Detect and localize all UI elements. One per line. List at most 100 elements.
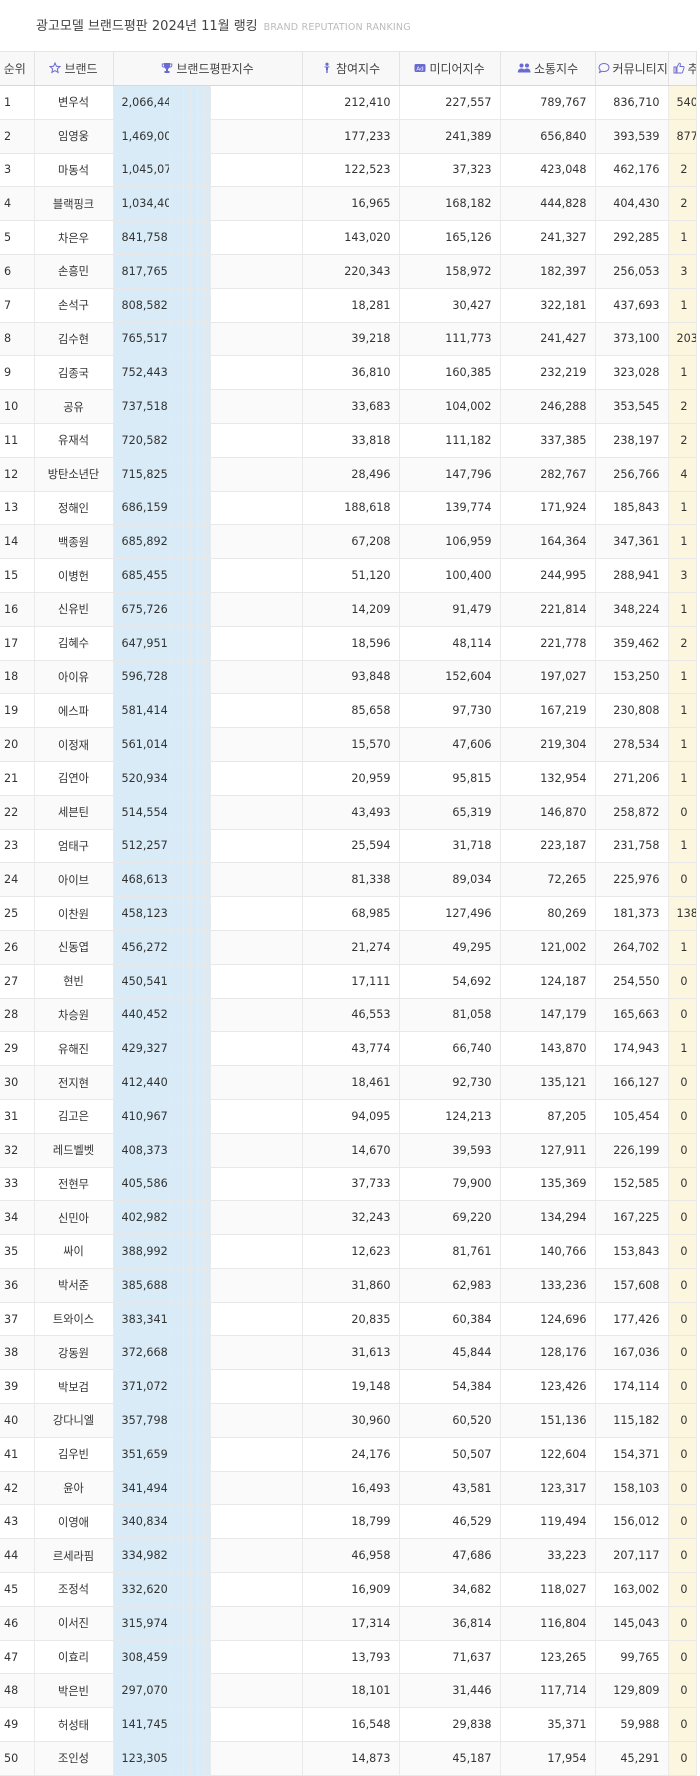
table-row[interactable]: 47 이효리 308,459 13,793 71,637 123,265 99,765 0 xyxy=(0,1640,697,1675)
table-row[interactable]: 12 방탄소년단 715,825 28,496 147,796 282,767 256,76… xyxy=(0,457,697,492)
table-row[interactable]: 42 윤아 341,494 16,493 43,581 123,317 158,103 0 xyxy=(0,1471,697,1506)
communication-index-cell: 140,766 xyxy=(500,1234,596,1269)
table-row[interactable]: 10 공유 737,518 33,683 104,002 246,288 353,545 2 xyxy=(0,389,697,424)
communication-index-cell: 135,121 xyxy=(500,1065,596,1100)
brand-cell: 신민아 xyxy=(34,1200,114,1236)
total-bar-stripe xyxy=(169,896,184,931)
table-row[interactable]: 30 전지현 412,440 18,461 92,730 135,121 166,127 0 xyxy=(0,1065,697,1100)
recommendation-index-cell: 0 xyxy=(668,1302,697,1337)
total-bar-stripe xyxy=(197,1437,205,1472)
column-header-community[interactable]: 커뮤니티지수 xyxy=(595,51,669,86)
table-row[interactable]: 39 박보검 371,072 19,148 54,384 123,426 174,114 0 xyxy=(0,1369,697,1405)
table-row[interactable]: 34 신민아 402,982 32,243 69,220 134,294 167,225 0 xyxy=(0,1200,697,1236)
table-row[interactable]: 4블랙핑크1,034,404 16,965168,182444,828404,43… xyxy=(0,186,697,222)
table-row[interactable]: 36 박서준 385,688 31,860 62,983 133,236 157,608 0 xyxy=(0,1268,697,1303)
community-index-cell: 153,250 xyxy=(595,660,669,695)
table-row[interactable]: 40 강다니엘 357,798 30,960 60,520 151,136 115,182 0 xyxy=(0,1403,697,1438)
column-header-participation[interactable]: 참여지수 xyxy=(302,51,400,86)
total-bar-stripe xyxy=(183,626,191,661)
participation-index-cell: 143,020 xyxy=(302,220,400,255)
media-index-cell: 45,187 xyxy=(399,1741,501,1776)
total-bar-stripe xyxy=(169,1538,184,1574)
table-row[interactable]: 18 아이유 596,728 93,848 152,604 197,027 153,250 1 xyxy=(0,660,697,695)
table-row[interactable]: 19 에스파 581,414 85,658 97,730 167,219 230,808 1 xyxy=(0,693,697,729)
community-index-cell: 158,103 xyxy=(595,1471,669,1506)
table-row[interactable]: 17 김혜수 647,951 18,596 48,114 221,778 359,462 2 xyxy=(0,626,697,661)
table-row[interactable]: 28 차승원 440,452 46,553 81,058 147,179 165,663 0 xyxy=(0,998,697,1033)
total-bar-stripe xyxy=(197,322,205,357)
total-bar-stripe xyxy=(169,930,184,965)
communication-index-cell: 122,604 xyxy=(500,1437,596,1472)
table-row[interactable]: 15 이병헌 685,455 51,120 100,400 244,995 288,941 3 xyxy=(0,558,697,593)
table-row[interactable]: 21 김연아 520,934 20,959 95,815 132,954 271,206 1 xyxy=(0,761,697,796)
table-row[interactable]: 26 신동엽 456,272 21,274 49,295 121,002 264,702 1 xyxy=(0,930,697,965)
table-row[interactable]: 35 싸이 388,992 12,623 81,761 140,766 153,843 0 xyxy=(0,1234,697,1269)
recommendation-index-cell: 0 xyxy=(668,1268,697,1303)
media-index-cell: 100,400 xyxy=(399,558,501,593)
total-bar-stripe xyxy=(190,1335,198,1371)
table-row[interactable]: 41 김우빈 351,659 24,176 50,507 122,604 154,371 0 xyxy=(0,1437,697,1472)
communication-index-cell: 134,294 xyxy=(500,1200,596,1236)
table-row[interactable]: 6 손흥민 817,765 220,343 158,972 182,397 256,053 3 xyxy=(0,254,697,289)
table-row[interactable]: 2임영웅1,469,001 177,233241,389656,840393,53… xyxy=(0,119,697,154)
table-row[interactable]: 25 이찬원 458,123 68,985 127,496 80,269 181,373 13… xyxy=(0,896,697,931)
total-bar-stripe xyxy=(190,626,198,661)
communication-index-cell: 132,954 xyxy=(500,761,596,796)
column-header-recommendation[interactable]: 추천지수 xyxy=(668,51,697,86)
participation-index-cell: 31,860 xyxy=(302,1268,400,1303)
communication-index-cell: 656,840 xyxy=(500,119,596,154)
brand-cell: 이효리 xyxy=(34,1640,114,1675)
table-row[interactable]: 31 김고은 410,967 94,095 124,213 87,205 105,454 0 xyxy=(0,1099,697,1134)
column-header-total[interactable]: 브랜드평판지수 xyxy=(113,51,303,86)
table-row[interactable]: 8 김수현 765,517 39,218 111,773 241,427 373,100 20… xyxy=(0,322,697,357)
brand-cell: 김종국 xyxy=(34,355,114,391)
column-gap xyxy=(210,119,303,154)
column-header-media[interactable]: Ad 미디어지수 xyxy=(399,51,501,86)
community-index-cell: 167,225 xyxy=(595,1200,669,1236)
total-bar-stripe xyxy=(197,1302,205,1337)
table-row[interactable]: 7 손석구 808,582 18,281 30,427 322,181 437,693 1 xyxy=(0,288,697,323)
table-row[interactable]: 48 박은빈 297,070 18,101 31,446 117,714 129,809 0 xyxy=(0,1673,697,1709)
table-row[interactable]: 9 김종국 752,443 36,810 160,385 232,219 323,028 1 xyxy=(0,355,697,391)
participation-index-cell: 24,176 xyxy=(302,1437,400,1472)
media-index-cell: 62,983 xyxy=(399,1268,501,1303)
table-row[interactable]: 3마동석1,045,070 122,52337,323423,048462,176… xyxy=(0,153,697,188)
table-row[interactable]: 49 허성태 141,745 16,548 29,838 35,371 59,988 0 xyxy=(0,1707,697,1743)
brand-cell: 허성태 xyxy=(34,1707,114,1743)
table-row[interactable]: 11 유재석 720,582 33,818 111,182 337,385 238,197 2 xyxy=(0,423,697,458)
table-row[interactable]: 23 엄태구 512,257 25,594 31,718 223,187 231,758 1 xyxy=(0,829,697,864)
table-row[interactable]: 33 전현무 405,586 37,733 79,900 135,369 152,585 0 xyxy=(0,1167,697,1202)
column-header-rank[interactable]: 순위 xyxy=(0,51,35,86)
community-index-cell: 462,176 xyxy=(595,153,669,188)
table-row[interactable]: 27 현빈 450,541 17,111 54,692 124,187 254,550 0 xyxy=(0,964,697,999)
participation-index-cell: 15,570 xyxy=(302,727,400,762)
table-row[interactable]: 50 조인성 123,305 14,873 45,187 17,954 45,291 0 xyxy=(0,1741,697,1776)
recommendation-index-cell: 0 xyxy=(668,1437,697,1472)
community-index-cell: 353,545 xyxy=(595,389,669,424)
table-row[interactable]: 37 트와이스 383,341 20,835 60,384 124,696 177,426 0 xyxy=(0,1302,697,1337)
total-index-cell: 514,554 xyxy=(113,795,170,830)
table-row[interactable]: 38 강동원 372,668 31,613 45,844 128,176 167,036 0 xyxy=(0,1335,697,1371)
table-row[interactable]: 29 유해진 429,327 43,774 66,740 143,870 174,943 1 xyxy=(0,1031,697,1067)
column-gap xyxy=(210,1403,303,1438)
table-row[interactable]: 20 이정재 561,014 15,570 47,606 219,304 278,534 1 xyxy=(0,727,697,762)
table-row[interactable]: 46 이서진 315,974 17,314 36,814 116,804 145,043 0 xyxy=(0,1606,697,1641)
brand-cell: 레드벨벳 xyxy=(34,1133,114,1168)
table-row[interactable]: 14 백종원 685,892 67,208 106,959 164,364 347,361 1 xyxy=(0,524,697,560)
column-header-communication[interactable]: 소통지수 xyxy=(500,51,596,86)
table-row[interactable]: 24 아이브 468,613 81,338 89,034 72,265 225,976 0 xyxy=(0,862,697,898)
table-row[interactable]: 16 신유빈 675,726 14,209 91,479 221,814 348,224 1 xyxy=(0,592,697,627)
table-row[interactable]: 45 조정석 332,620 16,909 34,682 118,027 163,002 0 xyxy=(0,1572,697,1607)
table-row[interactable]: 13 정해인 686,159 188,618 139,774 171,924 185,843… xyxy=(0,491,697,526)
recommendation-index-cell: 0 xyxy=(668,1707,697,1743)
table-row[interactable]: 5 차은우 841,758 143,020 165,126 241,327 292,285 1 xyxy=(0,220,697,255)
table-row[interactable]: 32 레드벨벳 408,373 14,670 39,593 127,911 226,199 0 xyxy=(0,1133,697,1168)
column-header-brand[interactable]: 브랜드 xyxy=(34,51,114,86)
table-row[interactable]: 43 이영애 340,834 18,799 46,529 119,494 156,012 0 xyxy=(0,1504,697,1540)
total-bar-stripe xyxy=(169,322,184,357)
table-row[interactable]: 44 르세라핌 334,982 46,958 47,686 33,223 207,117 0 xyxy=(0,1538,697,1574)
community-index-cell: 153,843 xyxy=(595,1234,669,1269)
participation-index-cell: 18,799 xyxy=(302,1504,400,1540)
table-row[interactable]: 1변우석2,066,444 212,410227,557789,767836,71… xyxy=(0,85,697,120)
table-row[interactable]: 22 세븐틴 514,554 43,493 65,319 146,870 258,872 0 xyxy=(0,795,697,830)
